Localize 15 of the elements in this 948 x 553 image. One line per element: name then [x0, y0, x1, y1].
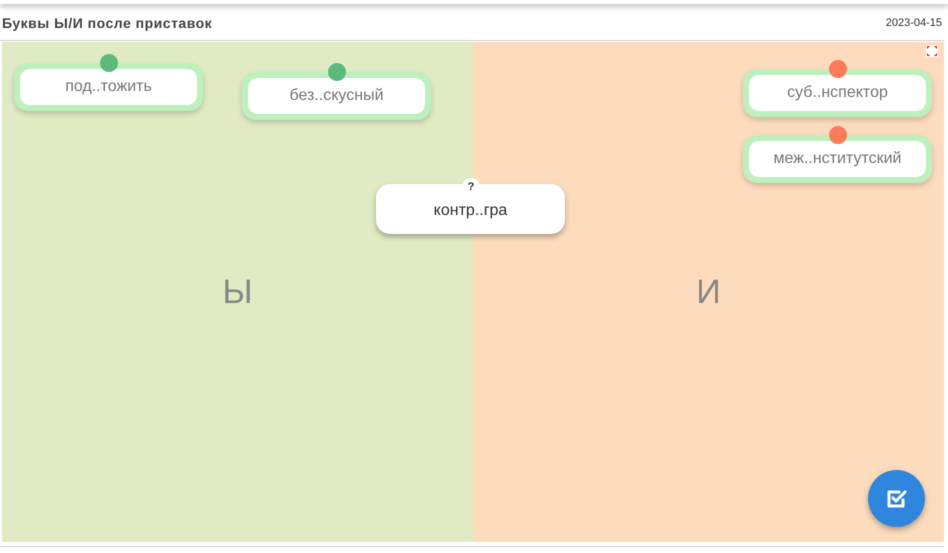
card-word: без..скусный: [289, 86, 384, 106]
date: 2023-04-15: [886, 16, 942, 31]
checkbox-check-icon: [886, 488, 908, 510]
word-card[interactable]: меж..нститутский: [743, 135, 932, 183]
card-word: меж..нститутский: [774, 149, 902, 169]
category-letter: Ы: [222, 272, 253, 312]
word-card[interactable]: суб..нспектор: [743, 69, 932, 117]
card-word: контр..гра: [434, 201, 508, 221]
category-letter: И: [696, 272, 721, 312]
word-card[interactable]: без..скусный: [242, 72, 431, 120]
card-word: суб..нспектор: [787, 83, 888, 103]
fullscreen-icon[interactable]: [926, 45, 938, 57]
word-card[interactable]: под..тожить: [14, 63, 203, 111]
page-title: Буквы Ы/И после приставок: [2, 14, 212, 33]
card-word: под..тожить: [65, 77, 152, 97]
